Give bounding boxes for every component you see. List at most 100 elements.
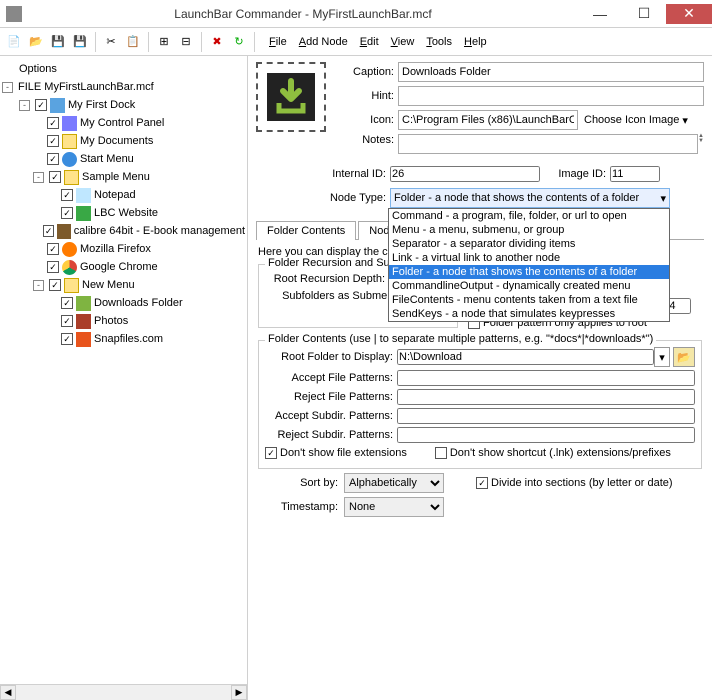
checkbox[interactable]: ✓ xyxy=(61,207,73,219)
checkbox[interactable]: ✓ xyxy=(35,99,47,111)
checkbox[interactable]: ✓ xyxy=(61,315,73,327)
save-icon[interactable]: 💾 xyxy=(48,32,68,52)
close-button[interactable]: ✕ xyxy=(666,4,712,24)
nodetype-dropdown: Command - a program, file, folder, or ur… xyxy=(388,208,670,322)
tree-snap[interactable]: Snapfiles.com xyxy=(94,333,163,345)
checkbox[interactable]: ✓ xyxy=(49,279,61,291)
nodetype-opt-menu[interactable]: Menu - a menu, submenu, or group xyxy=(389,223,669,237)
nodetype-opt-filecontents[interactable]: FileContents - menu contents taken from … xyxy=(389,293,669,307)
tree-newmenu[interactable]: New Menu xyxy=(82,279,135,291)
checkbox[interactable]: ✓ xyxy=(47,117,59,129)
titlebar: LaunchBar Commander - MyFirstLaunchBar.m… xyxy=(0,0,712,28)
nodetype-opt-sendkeys[interactable]: SendKeys - a node that simulates keypres… xyxy=(389,307,669,321)
reject-sub-input[interactable] xyxy=(397,427,695,443)
tree2-icon[interactable]: ⊟ xyxy=(176,32,196,52)
tree-notepad[interactable]: Notepad xyxy=(94,189,136,201)
image-id-input[interactable] xyxy=(610,166,660,182)
nodetype-opt-command[interactable]: Command - a program, file, folder, or ur… xyxy=(389,209,669,223)
checkbox[interactable]: ✓ xyxy=(47,243,59,255)
notes-label: Notes: xyxy=(336,134,394,146)
tree-downloads[interactable]: Downloads Folder xyxy=(94,297,183,309)
caption-input[interactable] xyxy=(398,62,704,82)
paste-icon[interactable]: 📋 xyxy=(123,32,143,52)
no-lnk-checkbox[interactable]: Don't show shortcut (.lnk) extensions/pr… xyxy=(435,447,671,459)
nodetype-label: Node Type: xyxy=(256,192,386,204)
tree-calibre[interactable]: calibre 64bit - E-book management xyxy=(74,225,245,237)
tree-file-root[interactable]: FILE MyFirstLaunchBar.mcf xyxy=(18,81,154,93)
checkbox[interactable]: ✓ xyxy=(47,261,59,273)
reject-sub-label: Reject Subdir. Patterns: xyxy=(265,429,393,441)
expander-icon[interactable]: - xyxy=(19,100,30,111)
sortby-select[interactable]: Alphabetically xyxy=(344,473,444,493)
tree-ff[interactable]: Mozilla Firefox xyxy=(80,243,151,255)
menu-tools[interactable]: Tools xyxy=(421,34,457,50)
divide-checkbox[interactable]: ✓Divide into sections (by letter or date… xyxy=(476,477,673,489)
checkbox[interactable]: ✓ xyxy=(47,153,59,165)
checkbox[interactable]: ✓ xyxy=(49,171,61,183)
menu-folder-icon xyxy=(64,170,79,185)
notes-spinner[interactable]: ▲▼ xyxy=(698,134,704,144)
tree-docs[interactable]: My Documents xyxy=(80,135,153,147)
tree-photos[interactable]: Photos xyxy=(94,315,128,327)
nodetype-opt-folder[interactable]: Folder - a node that shows the contents … xyxy=(389,265,669,279)
menu-addnode[interactable]: Add Node xyxy=(294,34,353,50)
minimize-button[interactable]: — xyxy=(578,4,622,24)
tree-start[interactable]: Start Menu xyxy=(80,153,134,165)
nodetype-opt-cmdline[interactable]: CommandlineOutput - dynamically created … xyxy=(389,279,669,293)
refresh-icon[interactable]: ↻ xyxy=(229,32,249,52)
horizontal-scrollbar[interactable]: ◀ ▶ xyxy=(0,684,247,700)
tree-chrome[interactable]: Google Chrome xyxy=(80,261,158,273)
nodetype-opt-separator[interactable]: Separator - a separator dividing items xyxy=(389,237,669,251)
icon-input[interactable] xyxy=(398,110,578,130)
tree1-icon[interactable]: ⊞ xyxy=(154,32,174,52)
notes-input[interactable] xyxy=(398,134,698,154)
browse-folder-button[interactable]: 📂 xyxy=(673,347,695,367)
app-icon xyxy=(6,6,22,22)
accept-file-input[interactable] xyxy=(397,370,695,386)
expander-icon[interactable]: - xyxy=(33,280,44,291)
maximize-button[interactable]: ☐ xyxy=(622,4,666,24)
saveall-icon[interactable]: 💾 xyxy=(70,32,90,52)
icon-preview[interactable] xyxy=(256,62,326,132)
new-file-icon[interactable]: 📄 xyxy=(4,32,24,52)
menu-edit[interactable]: Edit xyxy=(355,34,384,50)
nodetype-opt-link[interactable]: Link - a virtual link to another node xyxy=(389,251,669,265)
open-icon[interactable]: 📂 xyxy=(26,32,46,52)
checkbox[interactable]: ✓ xyxy=(43,225,54,237)
snapfiles-icon xyxy=(76,332,91,347)
scroll-right-icon[interactable]: ▶ xyxy=(231,685,247,700)
checkbox[interactable]: ✓ xyxy=(61,189,73,201)
tree-sample[interactable]: Sample Menu xyxy=(82,171,150,183)
caption-label: Caption: xyxy=(336,66,394,78)
menu-help[interactable]: Help xyxy=(459,34,492,50)
delete-icon[interactable]: ✖ xyxy=(207,32,227,52)
timestamp-select[interactable]: None xyxy=(344,497,444,517)
internal-id-input[interactable] xyxy=(390,166,540,182)
checkbox[interactable]: ✓ xyxy=(47,135,59,147)
nodetype-select[interactable]: Folder - a node that shows the contents … xyxy=(390,188,670,208)
combo-chevron-icon[interactable]: ▾ xyxy=(654,347,670,367)
tab-folder-contents[interactable]: Folder Contents xyxy=(256,221,356,240)
checkbox[interactable]: ✓ xyxy=(61,297,73,309)
cut-icon[interactable]: ✂ xyxy=(101,32,121,52)
tree-lbc[interactable]: LBC Website xyxy=(94,207,158,219)
reject-file-input[interactable] xyxy=(397,389,695,405)
tree[interactable]: Options -FILE MyFirstLaunchBar.mcf -✓My … xyxy=(0,56,247,684)
menu-file[interactable]: File xyxy=(264,34,292,50)
menu-view[interactable]: View xyxy=(386,34,420,50)
choose-icon-button[interactable]: Choose Icon Image▾ xyxy=(578,111,694,130)
hint-input[interactable] xyxy=(398,86,704,106)
tree-options[interactable]: Options xyxy=(19,63,57,75)
checkbox[interactable]: ✓ xyxy=(61,333,73,345)
tree-dock[interactable]: My First Dock xyxy=(68,99,135,111)
no-ext-checkbox[interactable]: ✓Don't show file extensions xyxy=(265,447,407,459)
root-folder-input[interactable] xyxy=(397,349,654,365)
notepad-icon xyxy=(76,188,91,203)
tree-cp[interactable]: My Control Panel xyxy=(80,117,164,129)
image-id-label: Image ID: xyxy=(546,168,606,180)
properties-panel: Caption: Hint: Icon:Choose Icon Image▾ N… xyxy=(248,56,712,700)
expander-icon[interactable]: - xyxy=(2,82,13,93)
expander-icon[interactable]: - xyxy=(33,172,44,183)
accept-sub-input[interactable] xyxy=(397,408,695,424)
scroll-left-icon[interactable]: ◀ xyxy=(0,685,16,700)
